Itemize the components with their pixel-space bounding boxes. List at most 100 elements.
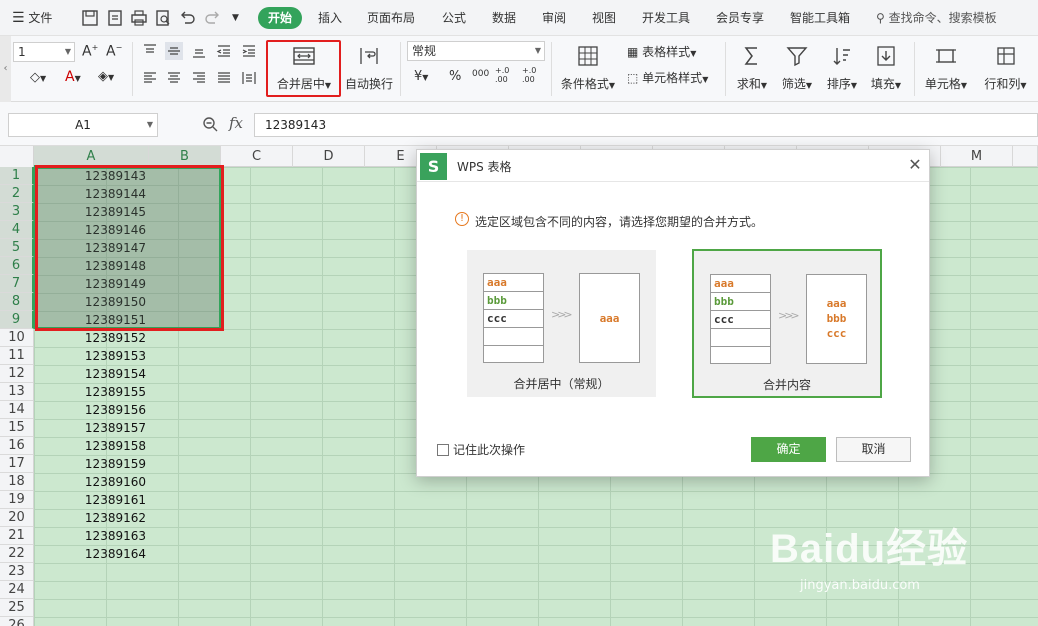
command-search[interactable]: ⚲ 查找命令、搜索模板 bbox=[876, 9, 997, 26]
fill-color-icon[interactable]: ◇▼ bbox=[30, 70, 46, 85]
number-format-select[interactable]: 常规 ▼ bbox=[407, 41, 545, 61]
row-header[interactable]: 9 bbox=[0, 311, 34, 329]
row-header[interactable]: 18 bbox=[0, 473, 33, 491]
sort-button[interactable]: 排序▼ bbox=[823, 40, 861, 98]
row-header[interactable]: 13 bbox=[0, 383, 33, 401]
row-header[interactable]: 15 bbox=[0, 419, 33, 437]
row-header[interactable]: 8 bbox=[0, 293, 34, 311]
conditional-format-button[interactable]: 条件格式▼ bbox=[557, 40, 619, 98]
cell-a[interactable]: 12389153 bbox=[34, 347, 149, 365]
currency-format-button[interactable]: ¥▼ bbox=[414, 69, 428, 84]
fx-icon[interactable]: fx bbox=[229, 114, 243, 132]
filter-button[interactable]: 筛选▼ bbox=[778, 40, 816, 98]
wrap-text-button[interactable]: 自动换行 bbox=[343, 40, 395, 98]
cell-a[interactable]: 12389157 bbox=[34, 419, 149, 437]
cell-a[interactable]: 12389154 bbox=[34, 365, 149, 383]
thousands-separator-button[interactable]: 000 bbox=[472, 69, 489, 79]
decrease-indent-icon[interactable] bbox=[215, 42, 233, 60]
row-header[interactable]: 11 bbox=[0, 347, 33, 365]
row-header[interactable]: 6 bbox=[0, 257, 34, 275]
undo-icon[interactable] bbox=[177, 8, 197, 28]
row-header[interactable]: 2 bbox=[0, 185, 34, 203]
align-middle-icon[interactable] bbox=[165, 42, 183, 60]
save-icon[interactable] bbox=[80, 8, 100, 28]
row-header[interactable]: 7 bbox=[0, 275, 34, 293]
tab-smart-toolbox[interactable]: 智能工具箱 bbox=[790, 9, 850, 27]
column-header[interactable] bbox=[1013, 146, 1038, 167]
row-header[interactable]: 1 bbox=[0, 167, 34, 185]
cancel-button[interactable]: 取消 bbox=[836, 437, 911, 462]
ok-button[interactable]: 确定 bbox=[751, 437, 826, 462]
cell-a[interactable]: 12389156 bbox=[34, 401, 149, 419]
remember-checkbox[interactable]: 记住此次操作 bbox=[437, 441, 525, 458]
tab-developer[interactable]: 开发工具 bbox=[642, 9, 690, 27]
increase-indent-icon[interactable] bbox=[240, 42, 258, 60]
tab-review[interactable]: 审阅 bbox=[542, 9, 566, 27]
row-header[interactable]: 20 bbox=[0, 509, 33, 527]
zoom-icon[interactable] bbox=[202, 116, 219, 133]
increase-font-icon[interactable]: A+ bbox=[82, 43, 98, 60]
tab-insert[interactable]: 插入 bbox=[318, 9, 342, 27]
row-header[interactable]: 10 bbox=[0, 329, 33, 347]
row-header[interactable]: 12 bbox=[0, 365, 33, 383]
align-left-icon[interactable] bbox=[141, 69, 159, 87]
column-header-d[interactable]: D bbox=[293, 146, 365, 167]
align-bottom-icon[interactable] bbox=[190, 42, 208, 60]
option-merge-center[interactable]: aaa bbb ccc >>> aaa 合并居中（常规） bbox=[467, 250, 656, 397]
column-header-m[interactable]: M bbox=[941, 146, 1013, 167]
cell-a[interactable]: 12389162 bbox=[34, 509, 149, 527]
table-style-button[interactable]: ▦ 表格样式▼ bbox=[627, 43, 696, 60]
cell-button[interactable]: 单元格▼ bbox=[921, 40, 971, 98]
row-header[interactable]: 25 bbox=[0, 599, 33, 617]
cell-a[interactable]: 12389163 bbox=[34, 527, 149, 545]
tab-view[interactable]: 视图 bbox=[592, 9, 616, 27]
column-header-b[interactable]: B bbox=[149, 146, 221, 167]
column-header-c[interactable]: C bbox=[221, 146, 293, 167]
fill-button[interactable]: 填充▼ bbox=[867, 40, 905, 98]
sum-button[interactable]: 求和▼ bbox=[733, 40, 771, 98]
cell-a[interactable]: 12389152 bbox=[34, 329, 149, 347]
print-icon[interactable] bbox=[129, 8, 149, 28]
redo-icon[interactable] bbox=[203, 8, 223, 28]
row-header[interactable]: 21 bbox=[0, 527, 33, 545]
ribbon-scroll-left-icon[interactable]: ‹ bbox=[0, 36, 11, 102]
quick-access-dropdown-icon[interactable]: ▼ bbox=[232, 9, 239, 27]
decrease-font-icon[interactable]: A− bbox=[106, 43, 122, 60]
cell-a[interactable]: 12389164 bbox=[34, 545, 149, 563]
row-header[interactable]: 5 bbox=[0, 239, 34, 257]
export-pdf-icon[interactable] bbox=[105, 8, 125, 28]
print-preview-icon[interactable] bbox=[153, 8, 173, 28]
cell-a[interactable]: 12389159 bbox=[34, 455, 149, 473]
row-header[interactable]: 14 bbox=[0, 401, 33, 419]
row-column-button[interactable]: 行和列▼ bbox=[978, 40, 1033, 98]
tab-formula[interactable]: 公式 bbox=[442, 9, 466, 27]
row-header[interactable]: 16 bbox=[0, 437, 33, 455]
row-header[interactable]: 3 bbox=[0, 203, 34, 221]
tab-page-layout[interactable]: 页面布局 bbox=[367, 9, 415, 27]
cell-a[interactable]: 12389161 bbox=[34, 491, 149, 509]
tab-home[interactable]: 开始 bbox=[258, 7, 302, 29]
row-header[interactable]: 24 bbox=[0, 581, 33, 599]
decrease-decimal-button[interactable]: +.0 .00 bbox=[522, 66, 542, 84]
tab-member[interactable]: 会员专享 bbox=[716, 9, 764, 27]
select-all-corner[interactable] bbox=[0, 146, 34, 167]
name-box[interactable]: A1 ▼ bbox=[8, 113, 158, 137]
font-color-icon[interactable]: A▼ bbox=[65, 69, 81, 85]
row-header[interactable]: 26 bbox=[0, 617, 33, 626]
distributed-align-icon[interactable] bbox=[240, 69, 258, 87]
row-header[interactable]: 19 bbox=[0, 491, 33, 509]
row-header[interactable]: 23 bbox=[0, 563, 33, 581]
font-size-select[interactable]: 1 ▼ bbox=[13, 42, 75, 62]
column-header-a[interactable]: A bbox=[34, 146, 149, 167]
cell-a[interactable]: 12389160 bbox=[34, 473, 149, 491]
option-merge-content[interactable]: aaa bbb ccc >>> aaa bbb ccc 合并内容 bbox=[692, 249, 882, 398]
align-top-icon[interactable] bbox=[141, 42, 159, 60]
row-header[interactable]: 17 bbox=[0, 455, 33, 473]
formula-input[interactable]: 12389143 bbox=[254, 113, 1038, 137]
cell-a[interactable]: 12389158 bbox=[34, 437, 149, 455]
file-menu[interactable]: ☰ 文件 bbox=[12, 9, 52, 27]
cell-a[interactable]: 12389155 bbox=[34, 383, 149, 401]
percent-format-button[interactable]: % bbox=[449, 69, 461, 84]
align-center-icon[interactable] bbox=[165, 69, 183, 87]
cell-style-button[interactable]: ⬚ 单元格样式▼ bbox=[627, 69, 708, 86]
